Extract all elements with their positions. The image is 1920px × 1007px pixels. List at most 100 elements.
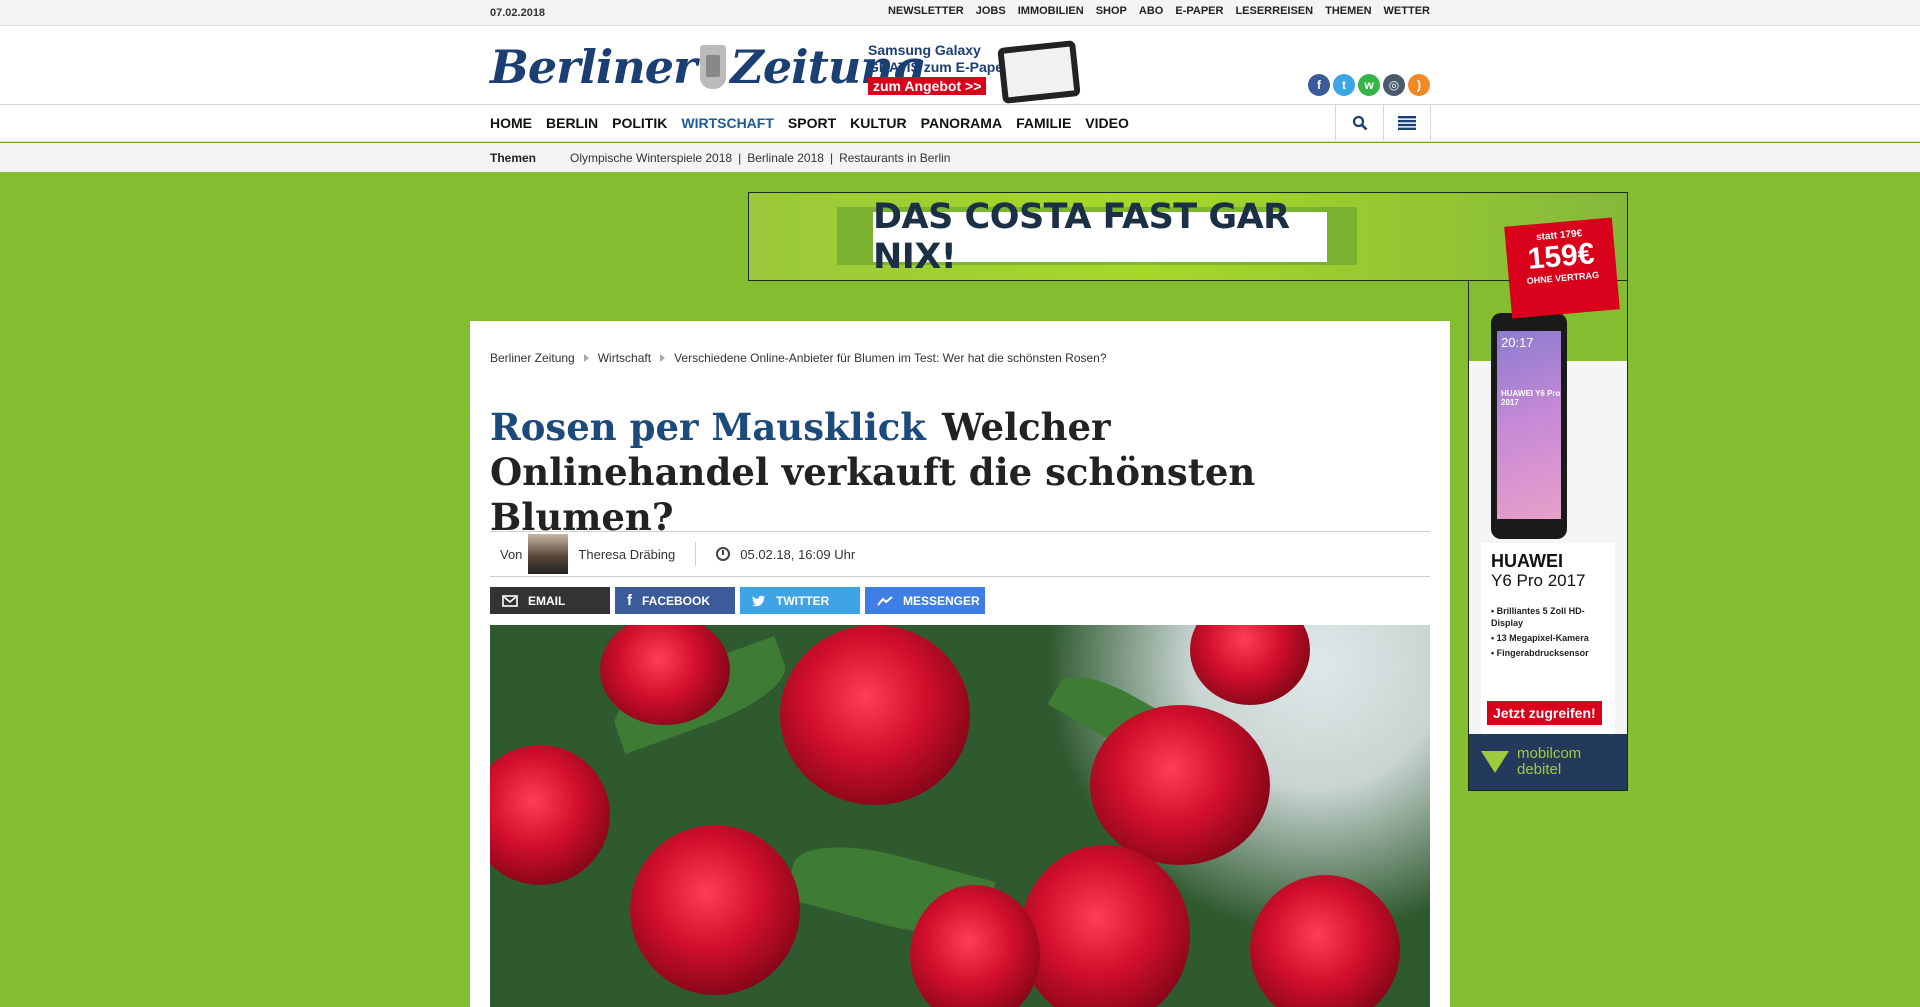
publish-timestamp: 05.02.18, 16:09 Uhr — [740, 546, 856, 562]
ad-headline: DAS COSTA FAST GAR NIX! — [873, 197, 1290, 277]
link-shop[interactable]: SHOP — [1096, 5, 1127, 17]
breadcrumb: Berliner Zeitung Wirtschaft Verschiedene… — [490, 351, 1107, 365]
link-wetter[interactable]: WETTER — [1384, 5, 1430, 17]
top-banner-ad[interactable]: DAS COSTA FAST GAR NIX! — [748, 192, 1628, 281]
nav-item-video[interactable]: VIDEO — [1085, 115, 1129, 131]
share-twitter-label: TWITTER — [776, 593, 830, 608]
link-leserreisen[interactable]: LESERREISEN — [1235, 5, 1313, 17]
themen-list: Olympische Winterspiele 2018 | Berlinale… — [570, 151, 950, 165]
nav-item-panorama[interactable]: PANORAMA — [921, 115, 1002, 131]
byline: Von Theresa Dräbing 05.02.18, 16:09 Uhr — [490, 531, 1430, 577]
tablet-image — [997, 40, 1081, 104]
rose-shape — [1090, 705, 1270, 865]
breadcrumb-item[interactable]: Berliner Zeitung — [490, 351, 575, 365]
themen-separator: | — [829, 151, 834, 165]
headline-kicker: Rosen per Mausklick — [490, 405, 926, 449]
current-date: 07.02.2018 — [490, 7, 546, 19]
mobilcom-logo-text: mobilcom debitel — [1517, 745, 1582, 778]
themen-label: Themen — [490, 151, 537, 165]
themen-separator: | — [738, 151, 742, 165]
nav-item-home[interactable]: HOME — [490, 115, 532, 131]
mail-icon — [502, 594, 518, 607]
rose-shape — [1190, 625, 1310, 705]
link-abo[interactable]: ABO — [1139, 5, 1163, 17]
main-navigation: HOME BERLIN POLITIK WIRTSCHAFT SPORT KUL… — [0, 104, 1920, 142]
share-messenger-button[interactable]: MESSENGER — [865, 587, 985, 614]
twitter-icon[interactable]: t — [1333, 74, 1355, 96]
feature-item: • 13 Megapixel-Kamera — [1491, 633, 1589, 643]
ad-cta-button[interactable]: Jetzt zugreifen! — [1487, 701, 1602, 725]
article-container: Berliner Zeitung Wirtschaft Verschiedene… — [470, 321, 1450, 1007]
facebook-icon[interactable]: f — [1308, 74, 1330, 96]
rose-shape — [910, 885, 1040, 1007]
themen-item[interactable]: Restaurants in Berlin — [839, 151, 950, 165]
site-logo[interactable]: Berliner Zeitung — [490, 40, 925, 94]
rose-shape — [1020, 845, 1190, 1007]
facebook-icon: f — [627, 592, 632, 609]
product-card: HUAWEI Y6 Pro 2017 • Brilliantes 5 Zoll … — [1481, 543, 1615, 739]
nav-items: HOME BERLIN POLITIK WIRTSCHAFT SPORT KUL… — [490, 115, 1129, 131]
clock-icon — [716, 547, 731, 561]
share-facebook-label: FACEBOOK — [642, 593, 711, 608]
share-twitter-button[interactable]: TWITTER — [740, 587, 860, 614]
themen-item[interactable]: Olympische Winterspiele 2018 — [570, 151, 732, 165]
promo-cta[interactable]: zum Angebot >> — [868, 77, 987, 95]
link-themen[interactable]: THEMEN — [1325, 5, 1371, 17]
product-brand: HUAWEI — [1491, 551, 1563, 571]
rss-icon[interactable]: ) — [1408, 74, 1430, 96]
menu-icon — [1398, 116, 1416, 130]
author-name[interactable]: Theresa Dräbing — [578, 547, 675, 562]
rose-shape — [780, 625, 970, 805]
skyscraper-ad[interactable]: 20:17 HUAWEI Y6 Pro 2017 HUAWEI Y6 Pro 2… — [1468, 280, 1628, 791]
nav-item-politik[interactable]: POLITIK — [612, 115, 667, 131]
phone-brand: HUAWEI Y6 Pro 2017 — [1501, 389, 1561, 407]
themen-bar: Themen Olympische Winterspiele 2018 | Be… — [0, 143, 1920, 172]
article-headline: Rosen per Mausklick Welcher Onlinehandel … — [490, 405, 1350, 540]
nav-tools — [1335, 104, 1431, 142]
share-email-button[interactable]: EMAIL — [490, 587, 610, 614]
breadcrumb-item[interactable]: Wirtschaft — [598, 351, 651, 365]
share-email-label: EMAIL — [528, 593, 566, 608]
menu-button[interactable] — [1383, 104, 1431, 142]
breadcrumb-arrow-icon — [583, 354, 589, 362]
share-messenger-label: MESSENGER — [903, 593, 980, 608]
share-facebook-button[interactable]: f FACEBOOK — [615, 587, 735, 614]
article-hero-image[interactable] — [490, 625, 1430, 1007]
e-paper-promo[interactable]: Samsung Galaxy GRATIS zum E-Paper zum An… — [868, 40, 1081, 104]
phone-image: 20:17 HUAWEI Y6 Pro 2017 — [1491, 313, 1567, 539]
product-model: Y6 Pro 2017 — [1491, 571, 1586, 590]
author-avatar[interactable] — [528, 534, 569, 574]
feature-item: • Brilliantes 5 Zoll HD-Display — [1491, 606, 1585, 628]
nav-item-familie[interactable]: FAMILIE — [1016, 115, 1071, 131]
site-header: Berliner Zeitung Samsung Galaxy GRATIS z… — [0, 26, 1920, 105]
byline-prefix: Von — [500, 546, 523, 562]
instagram-icon[interactable]: ◎ — [1383, 74, 1405, 96]
breadcrumb-item: Verschiedene Online-Anbieter für Blumen … — [674, 351, 1107, 365]
nav-item-sport[interactable]: SPORT — [788, 115, 836, 131]
bear-crest-icon — [700, 45, 727, 89]
nav-item-kultur[interactable]: KULTUR — [850, 115, 907, 131]
breadcrumb-arrow-icon — [660, 354, 666, 362]
phone-screen: 20:17 HUAWEI Y6 Pro 2017 — [1497, 331, 1561, 519]
phone-clock: 20:17 — [1501, 335, 1534, 350]
link-e-paper[interactable]: E-PAPER — [1175, 5, 1223, 17]
themen-item[interactable]: Berlinale 2018 — [747, 151, 824, 165]
rose-shape — [1250, 875, 1400, 1007]
mobilcom-logo: mobilcom debitel — [1469, 734, 1627, 790]
feature-item: • Fingerabdrucksensor — [1491, 648, 1589, 658]
social-links: f t w ◎ ) — [1308, 74, 1430, 96]
whatsapp-icon[interactable]: w — [1358, 74, 1380, 96]
feature-list: • Brilliantes 5 Zoll HD-Display • 13 Meg… — [1491, 605, 1605, 659]
messenger-icon — [877, 595, 893, 606]
link-newsletter[interactable]: NEWSLETTER — [888, 5, 964, 17]
nav-item-wirtschaft[interactable]: WIRTSCHAFT — [681, 115, 774, 131]
link-jobs[interactable]: JOBS — [976, 5, 1006, 17]
top-utility-bar: 07.02.2018 NEWSLETTER JOBS IMMOBILIEN SH… — [0, 0, 1920, 26]
twitter-bird-icon — [752, 595, 765, 606]
link-immobilien[interactable]: IMMOBILIEN — [1018, 5, 1084, 17]
utility-links: NEWSLETTER JOBS IMMOBILIEN SHOP ABO E-PA… — [888, 5, 1430, 17]
rose-shape — [630, 825, 800, 995]
nav-item-berlin[interactable]: BERLIN — [546, 115, 598, 131]
search-button[interactable] — [1335, 104, 1383, 142]
byline-divider — [695, 542, 697, 566]
